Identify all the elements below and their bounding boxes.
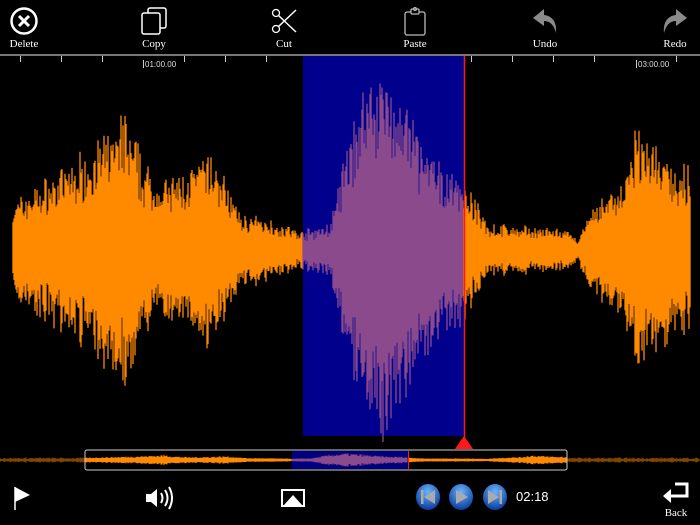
skip-back-icon bbox=[416, 484, 440, 510]
flag-icon bbox=[14, 487, 30, 510]
airplay-button[interactable] bbox=[280, 488, 306, 513]
back-button[interactable]: Back bbox=[646, 481, 700, 519]
skip-forward-icon bbox=[483, 484, 507, 510]
play-button[interactable] bbox=[447, 483, 475, 516]
skip-forward-button[interactable] bbox=[481, 483, 509, 516]
airplay-icon bbox=[281, 489, 305, 507]
skip-back-button[interactable] bbox=[414, 483, 442, 516]
current-time: 02:18 bbox=[516, 489, 549, 504]
marker-flag-button[interactable] bbox=[12, 485, 34, 516]
return-arrow-icon bbox=[663, 482, 689, 503]
playhead-handle[interactable] bbox=[455, 436, 473, 449]
play-icon bbox=[449, 484, 473, 510]
volume-button[interactable] bbox=[144, 484, 174, 517]
back-label: Back bbox=[664, 507, 688, 519]
waveform-editor[interactable] bbox=[0, 0, 700, 525]
speaker-icon bbox=[146, 486, 173, 510]
